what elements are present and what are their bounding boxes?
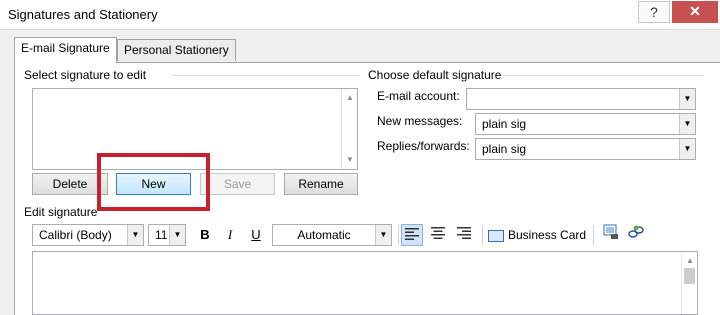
dropdown-arrow-icon[interactable]: ▼: [127, 225, 143, 245]
dropdown-arrow-icon[interactable]: ▼: [679, 89, 695, 109]
rename-button[interactable]: Rename: [284, 173, 358, 195]
scroll-thumb[interactable]: [684, 268, 695, 284]
scroll-down-icon[interactable]: ▼: [342, 153, 358, 167]
dropdown-arrow-icon[interactable]: ▼: [375, 225, 391, 245]
tab-personal-stationery[interactable]: Personal Stationery: [117, 39, 236, 61]
replies-forwards-value: plain sig: [482, 142, 527, 156]
insert-picture-icon[interactable]: [600, 224, 622, 246]
tab-email-signature[interactable]: E-mail Signature: [14, 37, 117, 63]
bold-button[interactable]: B: [194, 224, 216, 246]
font-size-select[interactable]: 11 ▼: [148, 224, 186, 246]
italic-button[interactable]: I: [219, 224, 241, 246]
dropdown-arrow-icon[interactable]: ▼: [679, 139, 695, 159]
help-icon[interactable]: ?: [638, 1, 670, 23]
scroll-up-icon[interactable]: ▲: [342, 91, 358, 105]
align-center-icon[interactable]: [427, 224, 449, 246]
select-signature-heading: Select signature to edit: [24, 68, 147, 82]
email-account-label: E-mail account:: [377, 89, 460, 103]
toolbar-separator: [398, 225, 399, 245]
close-icon[interactable]: ✕: [672, 1, 718, 23]
business-card-icon: [488, 229, 504, 242]
font-size-value: 11: [155, 228, 168, 242]
business-card-label: Business Card: [508, 228, 587, 242]
group-divider: [172, 75, 360, 76]
underline-button[interactable]: U: [245, 224, 267, 246]
group-divider: [504, 75, 704, 76]
signature-list-scrollbar[interactable]: ▲ ▼: [341, 89, 357, 169]
new-button-highlight: [97, 153, 210, 211]
signature-editor[interactable]: ▲: [32, 251, 698, 315]
edit-signature-heading: Edit signature: [24, 205, 98, 219]
font-value: Calibri (Body): [39, 228, 112, 242]
align-right-icon[interactable]: [453, 224, 475, 246]
scroll-up-icon[interactable]: ▲: [682, 254, 698, 268]
font-color-select[interactable]: Automatic ▼: [272, 224, 392, 246]
business-card-button[interactable]: Business Card: [488, 224, 588, 246]
editor-scrollbar[interactable]: ▲: [681, 252, 697, 314]
email-account-select[interactable]: ▼: [466, 88, 696, 110]
new-messages-value: plain sig: [482, 117, 527, 131]
new-messages-select[interactable]: plain sig ▼: [475, 113, 696, 135]
replies-forwards-label: Replies/forwards:: [377, 139, 470, 153]
save-button[interactable]: Save: [200, 173, 275, 195]
new-messages-label: New messages:: [377, 114, 463, 128]
dropdown-arrow-icon[interactable]: ▼: [169, 225, 185, 245]
dropdown-arrow-icon[interactable]: ▼: [679, 114, 695, 134]
font-color-value: Automatic: [297, 228, 351, 242]
window-title: Signatures and Stationery: [8, 7, 158, 22]
toolbar-separator: [482, 225, 483, 245]
replies-forwards-select[interactable]: plain sig ▼: [475, 138, 696, 160]
toolbar-separator: [593, 225, 594, 245]
default-signature-heading: Choose default signature: [368, 68, 502, 82]
align-left-icon[interactable]: [401, 224, 423, 246]
insert-hyperlink-icon[interactable]: [625, 224, 647, 246]
font-select[interactable]: Calibri (Body) ▼: [32, 224, 144, 246]
